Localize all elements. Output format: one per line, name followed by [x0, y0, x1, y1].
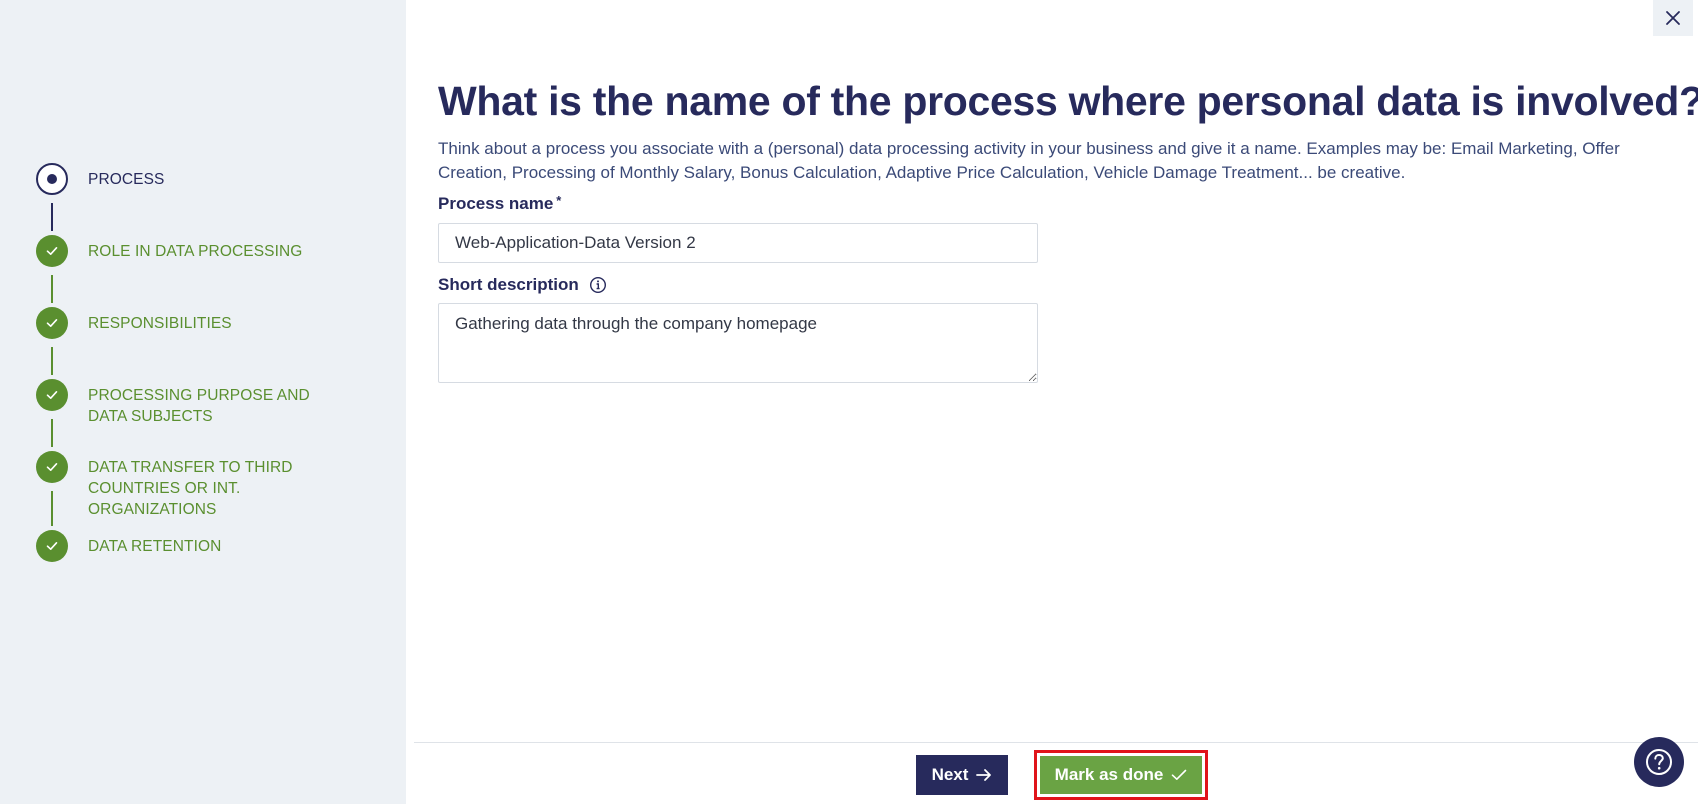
current-step-indicator-icon [36, 163, 68, 195]
short-description-label: Short description [438, 275, 607, 295]
process-name-label-text: Process name [438, 194, 554, 213]
question-mark-icon [1646, 749, 1672, 775]
required-marker: * [556, 192, 562, 208]
help-button[interactable] [1634, 737, 1684, 787]
next-button[interactable]: Next [916, 755, 1008, 795]
step-list: PROCESS ROLE IN DATA PROCESSING RESPONSI… [36, 163, 396, 570]
step-connector [51, 275, 53, 303]
mark-as-done-button[interactable]: Mark as done [1040, 756, 1202, 794]
step-label: DATA TRANSFER TO THIRD COUNTRIES OR INT.… [88, 459, 293, 518]
step-role-in-data-processing[interactable]: ROLE IN DATA PROCESSING [36, 235, 396, 307]
step-connector [51, 203, 53, 231]
step-data-transfer[interactable]: DATA TRANSFER TO THIRD COUNTRIES OR INT.… [36, 451, 396, 530]
mark-as-done-highlight: Mark as done [1034, 750, 1208, 800]
step-label: RESPONSIBILITIES [88, 315, 232, 332]
step-process[interactable]: PROCESS [36, 163, 396, 235]
sidebar: PROCESS ROLE IN DATA PROCESSING RESPONSI… [0, 0, 406, 804]
step-label: PROCESSING PURPOSE AND DATA SUBJECTS [88, 387, 310, 425]
step-connector [51, 419, 53, 447]
short-description-textarea[interactable]: Gathering data through the company homep… [438, 303, 1038, 383]
step-label: PROCESS [88, 171, 165, 188]
step-processing-purpose[interactable]: PROCESSING PURPOSE AND DATA SUBJECTS [36, 379, 396, 451]
step-connector [51, 347, 53, 375]
next-button-label: Next [931, 765, 969, 784]
info-icon[interactable] [589, 276, 607, 294]
close-icon [1666, 11, 1680, 25]
intro-text: Think about a process you associate with… [438, 139, 1620, 182]
check-icon [1172, 769, 1187, 780]
step-label: ROLE IN DATA PROCESSING [88, 243, 303, 260]
check-icon [36, 307, 68, 339]
short-description-label-text: Short description [438, 275, 579, 294]
page-title: What is the name of the process where pe… [438, 78, 1698, 124]
footer-divider [414, 742, 1698, 743]
step-data-retention[interactable]: DATA RETENTION [36, 530, 396, 570]
check-icon [36, 530, 68, 562]
check-icon [36, 379, 68, 411]
process-name-label: Process name * [438, 192, 562, 214]
step-label: DATA RETENTION [88, 538, 222, 555]
process-name-input[interactable] [438, 223, 1038, 263]
step-responsibilities[interactable]: RESPONSIBILITIES [36, 307, 396, 379]
step-connector [51, 491, 53, 526]
check-icon [36, 451, 68, 483]
mark-as-done-label: Mark as done [1054, 765, 1164, 784]
check-icon [36, 235, 68, 267]
close-button[interactable] [1653, 0, 1693, 36]
arrow-right-icon [976, 769, 992, 781]
